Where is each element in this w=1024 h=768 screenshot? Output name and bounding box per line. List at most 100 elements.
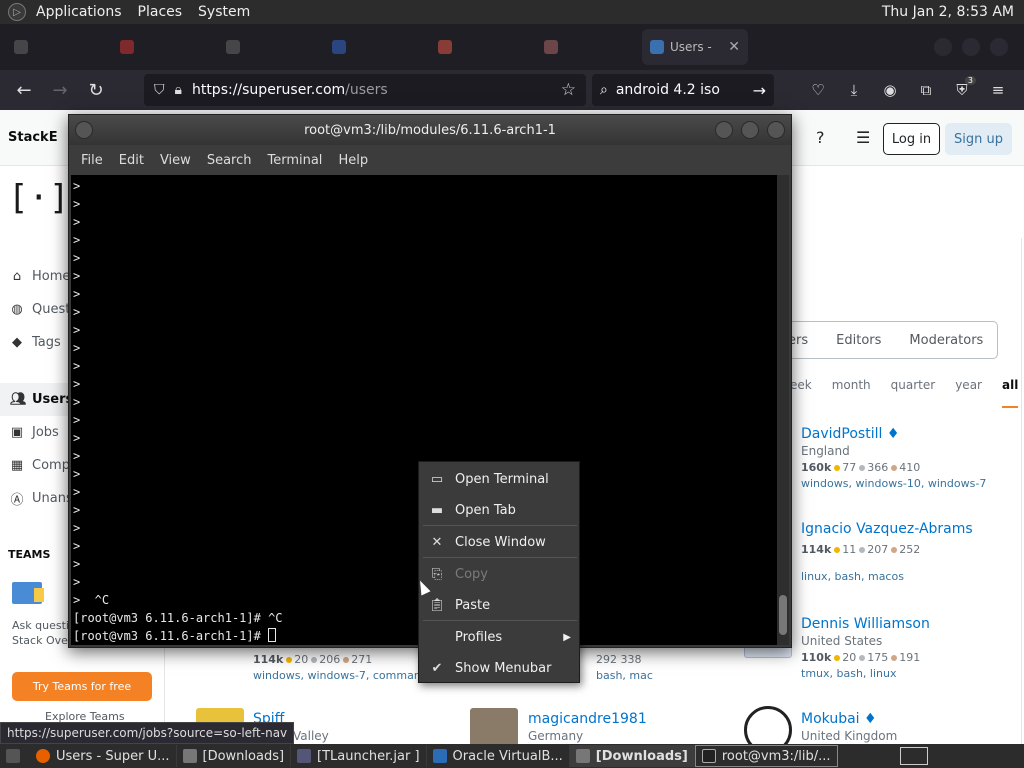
browser-tab[interactable]	[536, 29, 642, 65]
ublock-icon[interactable]: ⛨ 3	[948, 74, 976, 106]
forward-arrow-icon[interactable]: →	[42, 74, 78, 106]
time-tab-quarter[interactable]: quarter	[891, 378, 936, 408]
window-menu-button[interactable]	[75, 121, 93, 139]
menu-search[interactable]: Search	[199, 153, 260, 168]
show-desktop-icon[interactable]	[0, 745, 30, 767]
lock-icon[interactable]: 🔒︎	[175, 82, 182, 98]
time-tab-week[interactable]: eek	[790, 378, 812, 408]
menu-file[interactable]: File	[73, 153, 111, 168]
ctx-label: Open Tab	[455, 502, 516, 518]
user-name-link[interactable]: magicandre1981	[528, 711, 748, 727]
ctx-label: Show Menubar	[455, 660, 552, 676]
browser-tab[interactable]	[218, 29, 324, 65]
task-terminal[interactable]: root@vm3:/lib/...	[694, 745, 838, 767]
tab-favicon-icon	[544, 40, 558, 54]
shield-icon[interactable]: ⛉	[154, 82, 165, 98]
browser-tab-bar: Users - ✕	[0, 24, 1024, 70]
scrollbar-thumb[interactable]	[779, 595, 787, 635]
bookmark-star-icon[interactable]: ☆	[561, 80, 576, 100]
help-icon[interactable]: ?	[816, 128, 825, 147]
task-downloads[interactable]: [Downloads]	[177, 745, 292, 767]
terminal-line: >	[73, 287, 81, 301]
tab-favicon-icon	[226, 40, 240, 54]
menu-system[interactable]: System	[190, 0, 258, 24]
terminal-titlebar[interactable]: root@vm3:/lib/modules/6.11.6-arch1-1	[69, 115, 791, 145]
tab-favicon-icon	[332, 40, 346, 54]
stackexchange-brand[interactable]: StackE	[8, 130, 58, 145]
user-name-link[interactable]: Ignacio Vazquez-Abrams	[801, 521, 1021, 537]
terminal-scrollbar[interactable]	[777, 175, 789, 645]
maximize-button[interactable]	[962, 38, 980, 56]
browser-tab[interactable]	[324, 29, 430, 65]
signup-button[interactable]: Sign up	[945, 123, 1012, 155]
site-switcher-icon[interactable]: ☰	[856, 128, 870, 147]
task-firefox[interactable]: Users - Super U...	[30, 745, 177, 767]
reload-icon[interactable]: ↻	[78, 74, 114, 106]
url-text: https://superuser.com/users	[192, 82, 388, 98]
browser-tab[interactable]	[430, 29, 536, 65]
browser-tab[interactable]	[6, 29, 112, 65]
terminal-line: >	[73, 269, 81, 283]
user-name-link[interactable]: Mokubai ♦	[801, 711, 1021, 727]
user-location: Germany	[528, 729, 584, 743]
menu-places[interactable]: Places	[130, 0, 191, 24]
pocket-icon[interactable]: ♡	[804, 74, 832, 106]
hamburger-menu-icon[interactable]: ≡	[984, 74, 1012, 106]
extensions-icon[interactable]: ⧉	[912, 74, 940, 106]
user-tags[interactable]: bash, mac	[596, 669, 676, 682]
search-bar[interactable]: ⌕ android 4.2 iso →	[592, 74, 774, 106]
terminal-line: >	[73, 413, 81, 427]
search-go-arrow-icon[interactable]: →	[753, 81, 766, 100]
user-tags[interactable]: linux, bash, macos	[801, 570, 1021, 583]
ctx-open-terminal[interactable]: ▭ Open Terminal	[419, 464, 579, 494]
time-tab-all[interactable]: all	[1001, 378, 1019, 408]
minimize-button[interactable]	[715, 121, 733, 139]
minimize-button[interactable]	[934, 38, 952, 56]
ublock-badge: 3	[964, 76, 976, 85]
task-downloads-active[interactable]: [Downloads]	[569, 745, 695, 767]
time-tab-month[interactable]: month	[832, 378, 871, 408]
link-status-bar: https://superuser.com/jobs?source=so-lef…	[0, 722, 295, 744]
url-bar[interactable]: ⛉ 🔒︎ https://superuser.com/users ☆	[144, 74, 586, 106]
folder-icon	[575, 749, 590, 763]
close-tab-icon[interactable]: ✕	[728, 39, 740, 55]
menu-view[interactable]: View	[152, 153, 199, 168]
task-virtualbox[interactable]: Oracle VirtualB...	[427, 745, 570, 767]
workspace-switcher[interactable]	[900, 747, 928, 765]
user-tags[interactable]: windows, windows-7, comman	[253, 669, 423, 682]
close-button[interactable]	[767, 121, 785, 139]
account-icon[interactable]: ◉	[876, 74, 904, 106]
browser-tab-active[interactable]: Users - ✕	[642, 29, 748, 65]
login-button[interactable]: Log in	[883, 123, 940, 155]
gold-badges: 20	[294, 653, 309, 666]
ctx-paste[interactable]: 📋︎ Paste	[419, 590, 579, 620]
try-teams-button[interactable]: Try Teams for free	[12, 672, 152, 701]
terminal-context-menu: ▭ Open Terminal ▬ Open Tab ✕ Close Window ⎘…	[418, 461, 580, 683]
browser-tab[interactable]	[112, 29, 218, 65]
distro-logo-icon[interactable]: ▷	[8, 3, 26, 21]
close-window-button[interactable]	[990, 38, 1008, 56]
ctx-close-window[interactable]: ✕ Close Window	[419, 527, 579, 557]
task-tlauncher[interactable]: [TLauncher.jar ]	[291, 745, 427, 767]
menu-edit[interactable]: Edit	[111, 153, 152, 168]
back-arrow-icon[interactable]: ←	[6, 74, 42, 106]
menu-terminal[interactable]: Terminal	[259, 153, 330, 168]
clock[interactable]: Thu Jan 2, 8:53 AM	[874, 0, 1024, 24]
maximize-button[interactable]	[741, 121, 759, 139]
ctx-profiles[interactable]: Profiles ▶	[419, 622, 579, 652]
menu-help[interactable]: Help	[330, 153, 376, 168]
tab-title: Users -	[670, 40, 712, 54]
user-tags[interactable]: windows, windows-10, windows-7	[801, 477, 1021, 490]
user-stats: 160k 77 366 410	[801, 461, 1021, 474]
ctx-open-tab[interactable]: ▬ Open Tab	[419, 495, 579, 525]
filter-tab-moderators[interactable]: Moderators	[895, 333, 997, 348]
menu-applications[interactable]: Applications	[28, 0, 130, 24]
user-name-link[interactable]: DavidPostill ♦	[801, 426, 1021, 442]
ctx-show-menubar[interactable]: ✔ Show Menubar	[419, 653, 579, 683]
user-name-link[interactable]: Dennis Williamson	[801, 616, 1021, 632]
time-tab-year[interactable]: year	[955, 378, 982, 408]
downloads-icon[interactable]: ⤓	[840, 74, 868, 106]
user-tags[interactable]: tmux, bash, linux	[801, 667, 1021, 680]
filter-tab-editors[interactable]: Editors	[822, 333, 895, 348]
user-location: United Kingdom	[801, 729, 898, 743]
